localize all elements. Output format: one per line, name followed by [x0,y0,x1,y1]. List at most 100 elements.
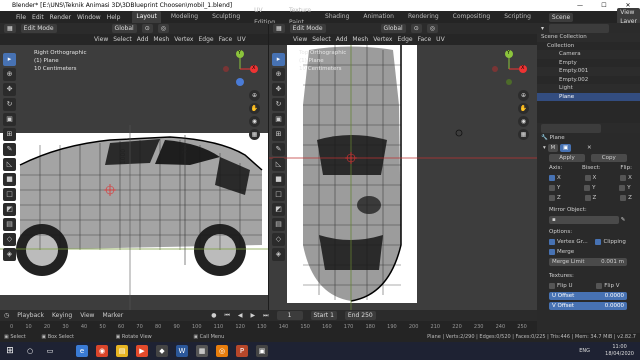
scene-selector[interactable]: Scene [548,12,574,22]
left-menu-edge[interactable]: Edge [198,36,213,43]
right-transform-icon[interactable]: ⊞ [272,128,285,141]
flip-v-checkbox[interactable] [596,282,603,289]
measure-icon[interactable]: ◺ [3,158,16,171]
bevel-icon[interactable]: ◩ [3,203,16,216]
right-cursor-icon[interactable]: ⊕ [272,68,285,81]
modifier-name-field[interactable]: M [547,144,559,152]
word-icon[interactable]: W [176,345,188,357]
language-indicator[interactable]: ENG [579,342,590,360]
left-menu-uv[interactable]: UV [237,36,246,43]
app-icon-2[interactable]: ▣ [256,345,268,357]
playback-menu[interactable]: Playback [17,312,44,319]
marker-menu[interactable]: Marker [102,312,123,319]
vertex-groups-checkbox[interactable] [549,238,555,245]
tab-layout[interactable]: Layout [132,11,161,23]
flip-z-checkbox[interactable] [620,194,627,201]
right-extrude-icon[interactable]: ■ [272,173,285,186]
tab-animation[interactable]: Animation [359,11,398,23]
poly-build-icon[interactable]: ◈ [3,248,16,261]
left-menu-select[interactable]: Select [113,36,132,43]
tab-scripting[interactable]: Scripting [500,11,535,23]
bisect-y-checkbox[interactable] [584,184,591,191]
right-menu-view[interactable]: View [293,36,307,43]
merge-checkbox[interactable] [549,248,555,255]
outliner-search-input[interactable] [549,23,610,33]
left-3d-viewport[interactable]: 1000 724 Right Orthographic (1) Plane 10… [0,45,268,310]
tab-compositing[interactable]: Compositing [449,11,495,23]
task-view-icon[interactable]: ▭ [44,345,56,357]
right-ortho-icon[interactable]: ▦ [518,129,529,140]
end-frame-field[interactable]: End 250 [344,311,376,320]
right-snap-icon[interactable]: ⊙ [410,24,422,33]
select-box-icon[interactable]: ▸ [3,53,16,66]
u-offset-field[interactable]: U Offset 0.0000 [549,292,627,300]
clock[interactable]: 11:00 18/04/2020 [605,344,634,358]
start-frame-field[interactable]: Start 1 [310,311,337,320]
tab-modeling[interactable]: Modeling [167,11,202,23]
annotate-icon[interactable]: ✎ [3,143,16,156]
outliner-item[interactable]: Empty.001 [537,67,640,76]
right-camera-icon[interactable]: ◉ [518,116,529,127]
right-select-box-icon[interactable]: ▸ [272,53,285,66]
outliner-item[interactable]: Empty.002 [537,76,640,85]
right-rotate-icon[interactable]: ↻ [272,98,285,111]
right-orientation-dropdown[interactable]: Global [380,24,406,33]
scale-icon[interactable]: ▣ [3,113,16,126]
left-menu-face[interactable]: Face [219,36,233,43]
right-menu-edge[interactable]: Edge [397,36,412,43]
left-navigation-gizmo[interactable]: Y X [220,49,260,89]
left-camera-icon[interactable]: ◉ [249,116,260,127]
left-proportional-icon[interactable]: ◎ [157,24,169,33]
clipping-checkbox[interactable] [595,238,602,245]
right-zoom-icon[interactable]: ⊕ [518,90,529,101]
left-mode-dropdown[interactable]: Edit Mode [20,24,57,33]
outliner-scene-collection[interactable]: Scene Collection [537,33,640,42]
right-menu-mesh[interactable]: Mesh [352,36,368,43]
flip-u-checkbox[interactable] [549,282,555,289]
left-menu-add[interactable]: Add [137,36,149,43]
bisect-z-checkbox[interactable] [584,194,591,201]
right-menu-uv[interactable]: UV [436,36,445,43]
file-explorer-icon[interactable]: ▤ [116,345,128,357]
right-knife-icon[interactable]: ◇ [272,233,285,246]
outliner-item[interactable]: Camera [537,50,640,59]
flip-x-checkbox[interactable] [620,174,627,181]
move-icon[interactable]: ✥ [3,83,16,96]
play-reverse-icon[interactable]: ◀ [238,312,243,319]
left-zoom-icon[interactable]: ⊕ [249,90,260,101]
properties-search-input[interactable] [541,123,601,133]
outliner-item[interactable]: Collection [537,42,640,51]
right-scale-icon[interactable]: ▣ [272,113,285,126]
mirror-object-field[interactable]: ▪ [549,216,619,224]
right-pan-icon[interactable]: ✋ [518,103,529,114]
menu-render[interactable]: Render [50,14,71,21]
tab-shading[interactable]: Shading [321,11,353,23]
eyedropper-icon[interactable]: ✎ [621,217,626,223]
right-measure-icon[interactable]: ◺ [272,158,285,171]
right-menu-add[interactable]: Add [336,36,348,43]
right-move-icon[interactable]: ✥ [272,83,285,96]
outliner-item[interactable]: Empty [537,59,640,68]
chrome-browser-icon[interactable]: ◉ [96,345,108,357]
tab-rendering[interactable]: Rendering [404,11,443,23]
left-editor-type-button[interactable]: ▦ [4,24,16,33]
right-proportional-icon[interactable]: ◎ [426,24,438,33]
right-menu-vertex[interactable]: Vertex [373,36,392,43]
axis-x-checkbox[interactable] [549,174,555,181]
media-player-icon[interactable]: ▶ [136,345,148,357]
apply-button[interactable]: Apply [549,154,585,162]
edge-browser-icon[interactable]: e [76,345,88,357]
play-icon[interactable]: ▶ [250,312,255,319]
merge-limit-field[interactable]: Merge Limit 0.001 m [549,258,627,266]
right-navigation-gizmo[interactable]: Y X [489,49,529,89]
outliner-item-selected[interactable]: Plane [537,92,640,101]
menu-file[interactable]: File [16,14,26,21]
rotate-icon[interactable]: ↻ [3,98,16,111]
search-icon[interactable]: ○ [24,345,36,357]
right-annotate-icon[interactable]: ✎ [272,143,285,156]
jump-end-icon[interactable]: ⏭ [263,312,268,320]
copy-button[interactable]: Copy [590,154,627,162]
right-poly-build-icon[interactable]: ◈ [272,248,285,261]
axis-y-checkbox[interactable] [549,184,555,191]
right-inset-icon[interactable]: □ [272,188,285,201]
